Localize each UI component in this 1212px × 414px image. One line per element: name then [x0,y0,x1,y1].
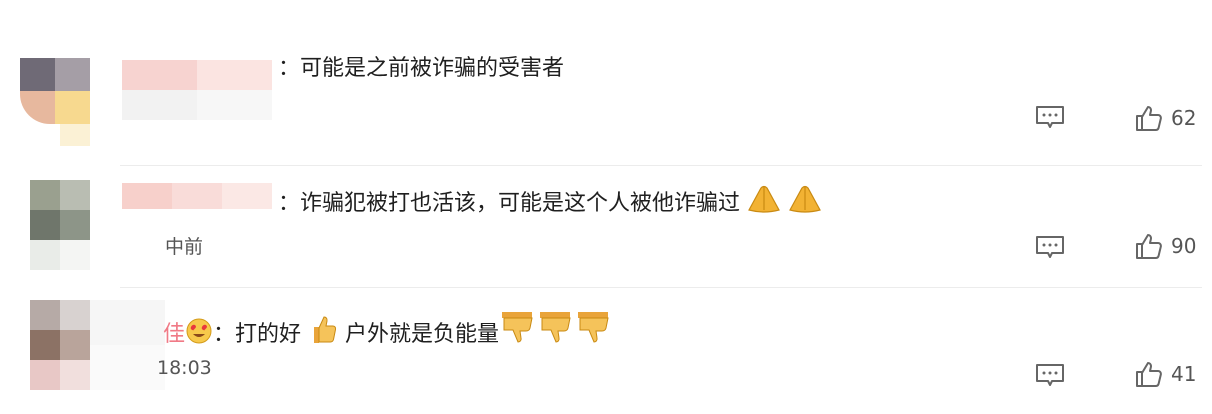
like-button[interactable]: 41 [1135,361,1196,387]
username-partial[interactable]: 佳 [163,322,185,347]
avatar[interactable] [30,180,90,270]
comment-reply-icon[interactable] [1035,105,1065,129]
like-count: 62 [1171,106,1197,130]
thumbs-up-emoji-icon [314,316,337,343]
comment-time: 中前 [165,236,204,258]
comment-reply-icon[interactable] [1035,235,1065,259]
username-blurred[interactable] [90,300,165,390]
comment-reply-icon[interactable] [1035,363,1065,387]
heart-eyes-emoji-icon [186,318,212,344]
thumbs-down-emoji-icon [578,312,609,343]
pray-hands-icon [789,185,821,213]
avatar-blur-extra [60,124,90,146]
thumbs-up-icon [1136,234,1162,259]
like-button[interactable]: 90 [1135,233,1196,259]
thumbs-up-icon [1136,106,1162,131]
comment-item: 佳 ：打的好 户外就是负能量 18:03 41 [0,287,1212,414]
like-count: 90 [1171,234,1197,258]
comment-item: ：可能是之前被诈骗的受害者 62 [0,0,1212,165]
thumbs-down-emoji-icon [502,312,533,343]
username-blurred[interactable] [122,60,272,120]
avatar[interactable] [20,58,90,124]
avatar[interactable] [30,300,90,390]
like-count: 41 [1171,362,1197,386]
thumbs-down-emoji-icon [540,312,571,343]
comment-time: 18:03 [157,357,212,379]
comment-item: ：诈骗犯被打也活该，可能是这个人被他诈骗过 中前 90 [0,165,1212,287]
like-button[interactable]: 62 [1135,105,1196,131]
pray-hands-icon [748,185,780,213]
comment-text: 佳 ：打的好 户外就是负能量 [163,309,613,350]
thumbs-up-icon [1136,362,1162,387]
comment-text: ：诈骗犯被打也活该，可能是这个人被他诈骗过 [278,184,822,219]
username-blurred[interactable] [122,183,272,209]
comment-text: ：可能是之前被诈骗的受害者 [278,56,565,81]
